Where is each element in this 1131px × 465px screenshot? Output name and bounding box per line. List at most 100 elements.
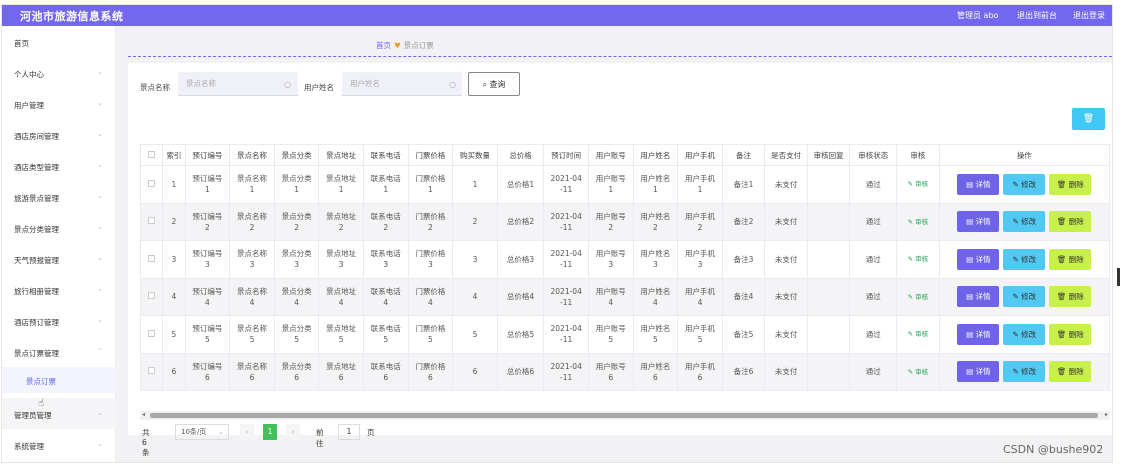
- cell-mobile: 用户手机 6: [677, 352, 723, 391]
- chevron-up-icon: ⌃: [97, 347, 103, 355]
- app-window: 河池市旅游信息系统 管理员 abo 退出到前台 退出登录 首页 个人中心 ⌄ 用户…: [1, 4, 1113, 463]
- operations-cell: ▤ 详情 ✎ 修改 🗑 删除: [938, 240, 1111, 279]
- edit-button[interactable]: ✎ 修改: [1003, 248, 1046, 270]
- cell-uname: 用户姓名 6: [632, 352, 679, 391]
- select-all-checkbox-cell[interactable]: [140, 144, 164, 166]
- row-checkbox[interactable]: [148, 292, 156, 300]
- row-checkbox-cell[interactable]: [140, 240, 164, 279]
- user-search-input[interactable]: [342, 72, 462, 96]
- sidebar-item-profile[interactable]: 个人中心 ⌄: [2, 57, 116, 88]
- sidebar-item-hotel-types[interactable]: 酒店类型管理 ⌄: [2, 150, 116, 181]
- sidebar-item-hotel-rooms[interactable]: 酒店房间管理 ⌄: [2, 119, 116, 150]
- sidebar-item-system[interactable]: 系统管理 ⌄: [2, 429, 116, 460]
- detail-button[interactable]: ▤ 详情: [957, 323, 1000, 345]
- cell-total: 总价格3: [496, 240, 545, 279]
- scroll-left-icon[interactable]: ◂: [142, 411, 145, 418]
- edit-button[interactable]: ✎ 修改: [1003, 361, 1046, 383]
- detail-button[interactable]: ▤ 详情: [957, 211, 1000, 233]
- sidebar-item-label: 系统管理: [14, 442, 44, 451]
- sidebar-item-attraction-categories[interactable]: 景点分类管理 ⌄: [2, 212, 116, 243]
- chevron-down-icon: ⌄: [97, 409, 103, 417]
- page-number-current[interactable]: 1: [263, 424, 277, 440]
- breadcrumb-home[interactable]: 首页: [376, 41, 391, 50]
- review-link[interactable]: ✎ 审核: [908, 293, 929, 301]
- row-checkbox-cell[interactable]: [140, 352, 164, 391]
- delete-button[interactable]: 🗑 删除: [1049, 211, 1092, 233]
- scroll-right-icon[interactable]: ▸: [1105, 411, 1108, 418]
- select-all-checkbox[interactable]: [148, 150, 156, 158]
- back-to-front-link[interactable]: 退出到前台: [1017, 10, 1057, 21]
- detail-button[interactable]: ▤ 详情: [957, 173, 1000, 195]
- sidebar-item-label: 天气预报管理: [14, 256, 59, 265]
- sidebar-item-admins[interactable]: 管理员管理 ⌄: [2, 398, 116, 429]
- review-link[interactable]: ✎ 审核: [908, 180, 929, 188]
- detail-button[interactable]: ▤ 详情: [957, 361, 1000, 383]
- logout-link[interactable]: 退出登录: [1073, 10, 1105, 21]
- sidebar-item-hotel-booking[interactable]: 酒店预订管理 ⌄: [2, 305, 116, 336]
- delete-button[interactable]: 🗑 删除: [1049, 361, 1092, 383]
- review-cell: ✎ 审核: [896, 240, 940, 279]
- sidebar-item-ticket-booking[interactable]: 景点订票管理 ⌃: [2, 336, 116, 367]
- sidebar-item-home[interactable]: 首页: [2, 26, 116, 57]
- row-checkbox[interactable]: [148, 179, 156, 187]
- column-header: 是否支付: [764, 144, 808, 166]
- delete-button[interactable]: 🗑 删除: [1049, 323, 1092, 345]
- cell-reply: [806, 240, 851, 279]
- detail-button[interactable]: ▤ 详情: [957, 248, 1000, 270]
- row-checkbox-cell[interactable]: [140, 202, 164, 241]
- delete-button[interactable]: 🗑 删除: [1049, 173, 1092, 195]
- review-link[interactable]: ✎ 审核: [908, 368, 929, 376]
- cell-total: 总价格6: [496, 352, 545, 391]
- sidebar-item-label: 个人中心: [14, 70, 44, 79]
- column-header: 总价格: [496, 144, 545, 166]
- scrollbar-thumb[interactable]: [150, 413, 1098, 418]
- horizontal-scrollbar[interactable]: ◂ ▸: [140, 411, 1110, 420]
- operations-cell: ▤ 详情 ✎ 修改 🗑 删除: [938, 165, 1111, 204]
- search-button[interactable]: ⌕ 查询: [468, 72, 520, 96]
- sidebar-item-weather[interactable]: 天气预报管理 ⌄: [2, 243, 116, 274]
- column-header: 备注: [721, 144, 766, 166]
- column-header: 审核回复: [806, 144, 851, 166]
- next-page-button[interactable]: ›: [286, 424, 300, 440]
- cell-time: 2021-04 -11: [543, 165, 589, 204]
- name-search-label: 景点名称: [140, 83, 170, 92]
- cell-qty: 6: [452, 352, 498, 391]
- edit-button[interactable]: ✎ 修改: [1003, 173, 1046, 195]
- sidebar-item-attractions[interactable]: 旅游景点管理 ⌄: [2, 181, 116, 212]
- sidebar-item-label: 用户管理: [14, 101, 44, 110]
- breadcrumb: 首页 ♥ 景点订票: [376, 40, 434, 51]
- name-search-input[interactable]: [178, 72, 298, 96]
- cell-cat: 景点分类 6: [273, 352, 320, 391]
- review-link[interactable]: ✎ 审核: [908, 330, 929, 338]
- batch-delete-button[interactable]: 🗑: [1072, 108, 1105, 130]
- cell-idx: 1: [162, 165, 186, 204]
- page-size-select[interactable]: 10条/页 ⌄: [175, 424, 229, 440]
- sidebar-subitem-ticket[interactable]: 景点订票: [2, 367, 116, 393]
- review-link[interactable]: ✎ 审核: [908, 255, 929, 263]
- sidebar-item-albums[interactable]: 旅行相册管理 ⌄: [2, 274, 116, 305]
- row-checkbox[interactable]: [148, 367, 156, 375]
- page-scroll-indicator[interactable]: [1117, 268, 1120, 286]
- content-panel: 景点名称 ○ 用户姓名 ○ ⌕ 查询 🗑 索引预订编号景点名称景点分类景点地址联…: [128, 63, 1112, 457]
- row-checkbox-cell[interactable]: [140, 277, 164, 316]
- prev-page-button[interactable]: ‹: [240, 424, 254, 440]
- cell-status: 通过: [849, 352, 898, 391]
- edit-button[interactable]: ✎ 修改: [1003, 323, 1046, 345]
- row-checkbox-cell[interactable]: [140, 315, 164, 354]
- row-checkbox-cell[interactable]: [140, 165, 164, 204]
- edit-button[interactable]: ✎ 修改: [1003, 211, 1046, 233]
- goto-page-input[interactable]: 1: [338, 424, 360, 440]
- row-checkbox[interactable]: [148, 254, 156, 262]
- admin-name: 管理员 abo: [957, 11, 999, 20]
- cell-time: 2021-04 -11: [543, 277, 589, 316]
- detail-button[interactable]: ▤ 详情: [957, 286, 1000, 308]
- cell-price: 门票价格 3: [407, 240, 454, 279]
- review-link[interactable]: ✎ 审核: [908, 218, 929, 226]
- edit-button[interactable]: ✎ 修改: [1003, 286, 1046, 308]
- cell-acct: 用户账号 3: [587, 240, 634, 279]
- delete-button[interactable]: 🗑 删除: [1049, 286, 1092, 308]
- row-checkbox[interactable]: [148, 329, 156, 337]
- sidebar-item-users[interactable]: 用户管理 ⌄: [2, 88, 116, 119]
- row-checkbox[interactable]: [148, 217, 156, 225]
- delete-button[interactable]: 🗑 删除: [1049, 248, 1092, 270]
